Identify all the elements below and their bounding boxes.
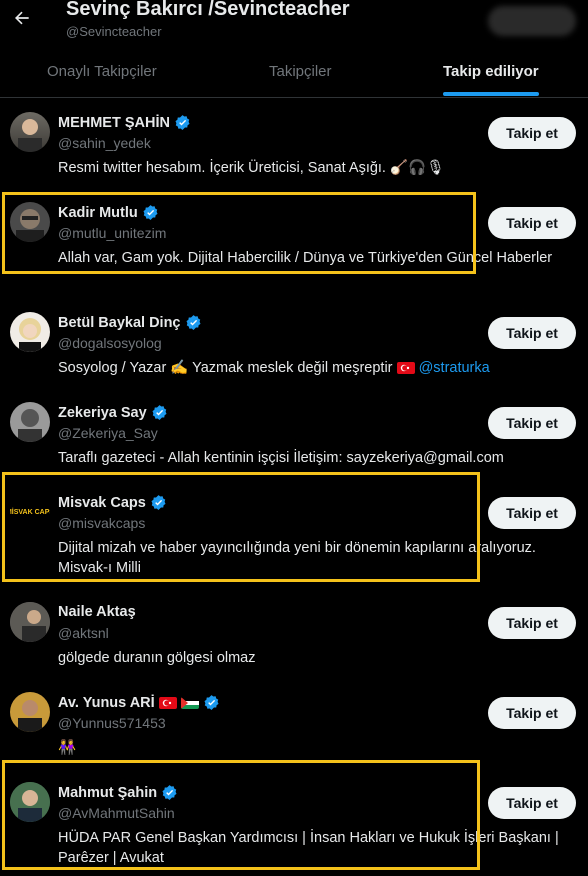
tab-bar: Onaylı Takipçiler Takipçiler Takip edili…: [0, 50, 588, 98]
user-bio: Resmi twitter hesabım. İçerik Üreticisi,…: [58, 160, 445, 176]
palestine-flag-icon: [180, 696, 199, 709]
verified-badge-icon: [152, 405, 167, 420]
user-row[interactable]: Zekeriya Say @Zekeriya_Say Taraflı gazet…: [0, 390, 588, 480]
avatar[interactable]: [10, 602, 50, 642]
follow-button[interactable]: Takip et: [488, 207, 576, 239]
user-bio: Taraflı gazeteci - Allah kentinin işçisi…: [58, 450, 504, 466]
follow-button[interactable]: Takip et: [488, 117, 576, 149]
turkey-flag-icon: [396, 362, 415, 375]
user-name[interactable]: Betül Baykal Dinç: [58, 315, 181, 331]
follow-button[interactable]: Takip et: [488, 317, 576, 349]
user-bio: gölgede duranın gölgesi olmaz: [58, 650, 256, 666]
user-row[interactable]: Naile Aktaş @aktsnl gölgede duranın gölg…: [0, 590, 588, 680]
avatar[interactable]: [10, 112, 50, 152]
user-handle[interactable]: @sahin_yedek: [58, 135, 151, 151]
verified-badge-icon: [185, 315, 201, 330]
user-row[interactable]: Betül Baykal Dinç @dogalsosyolog Sosyolo…: [0, 300, 588, 390]
avatar[interactable]: [10, 312, 50, 352]
profile-header: Sevinç Bakırcı /Sevincteacher @Sevinctea…: [0, 0, 588, 50]
back-arrow-icon[interactable]: [8, 4, 36, 32]
user-name[interactable]: MEHMET ŞAHİN: [58, 115, 170, 131]
page-title: Sevinç Bakırcı /Sevincteacher: [66, 0, 350, 20]
follow-button[interactable]: Takip et: [488, 497, 576, 529]
verified-badge-icon: [175, 115, 190, 130]
mention-link[interactable]: @straturka: [419, 360, 490, 376]
highlight-box: [2, 472, 480, 582]
follow-button[interactable]: Takip et: [488, 787, 576, 819]
user-handle[interactable]: @dogalsosyolog: [58, 335, 162, 351]
follow-button[interactable]: Takip et: [488, 407, 576, 439]
tab-following[interactable]: Takip ediliyor: [443, 63, 539, 80]
user-row[interactable]: Av. Yunus ARİ @Yunnus571453 👭 Takip et: [0, 680, 588, 770]
user-bio: Sosyolog / Yazar ✍️ Yazmak meslek değil …: [58, 360, 393, 376]
user-handle[interactable]: @aktsnl: [58, 625, 109, 641]
user-handle[interactable]: @Yunnus571453: [58, 715, 166, 731]
tab-followers[interactable]: Takipçiler: [269, 63, 332, 80]
user-name[interactable]: Zekeriya Say: [58, 405, 147, 421]
avatar[interactable]: [10, 402, 50, 442]
turkey-flag-icon: [158, 696, 177, 709]
user-handle[interactable]: @Zekeriya_Say: [58, 425, 158, 441]
avatar[interactable]: [10, 692, 50, 732]
active-tab-indicator: [443, 92, 539, 96]
highlight-box: [2, 192, 476, 274]
user-name[interactable]: Av. Yunus ARİ: [58, 695, 155, 711]
user-bio-container: Sosyolog / Yazar ✍️ Yazmak meslek değil …: [58, 358, 578, 378]
page-handle: @Sevincteacher: [66, 24, 162, 39]
follow-button[interactable]: Takip et: [488, 697, 576, 729]
user-name[interactable]: Naile Aktaş: [58, 604, 136, 620]
user-row[interactable]: MEHMET ŞAHİN @sahin_yedek Resmi twitter …: [0, 100, 588, 190]
blurred-button: [488, 6, 576, 36]
verified-badge-icon: [204, 695, 219, 710]
follow-button[interactable]: Takip et: [488, 607, 576, 639]
highlight-box: [2, 760, 480, 870]
user-bio: 👭: [58, 740, 77, 756]
tab-verified-followers[interactable]: Onaylı Takipçiler: [47, 63, 157, 80]
